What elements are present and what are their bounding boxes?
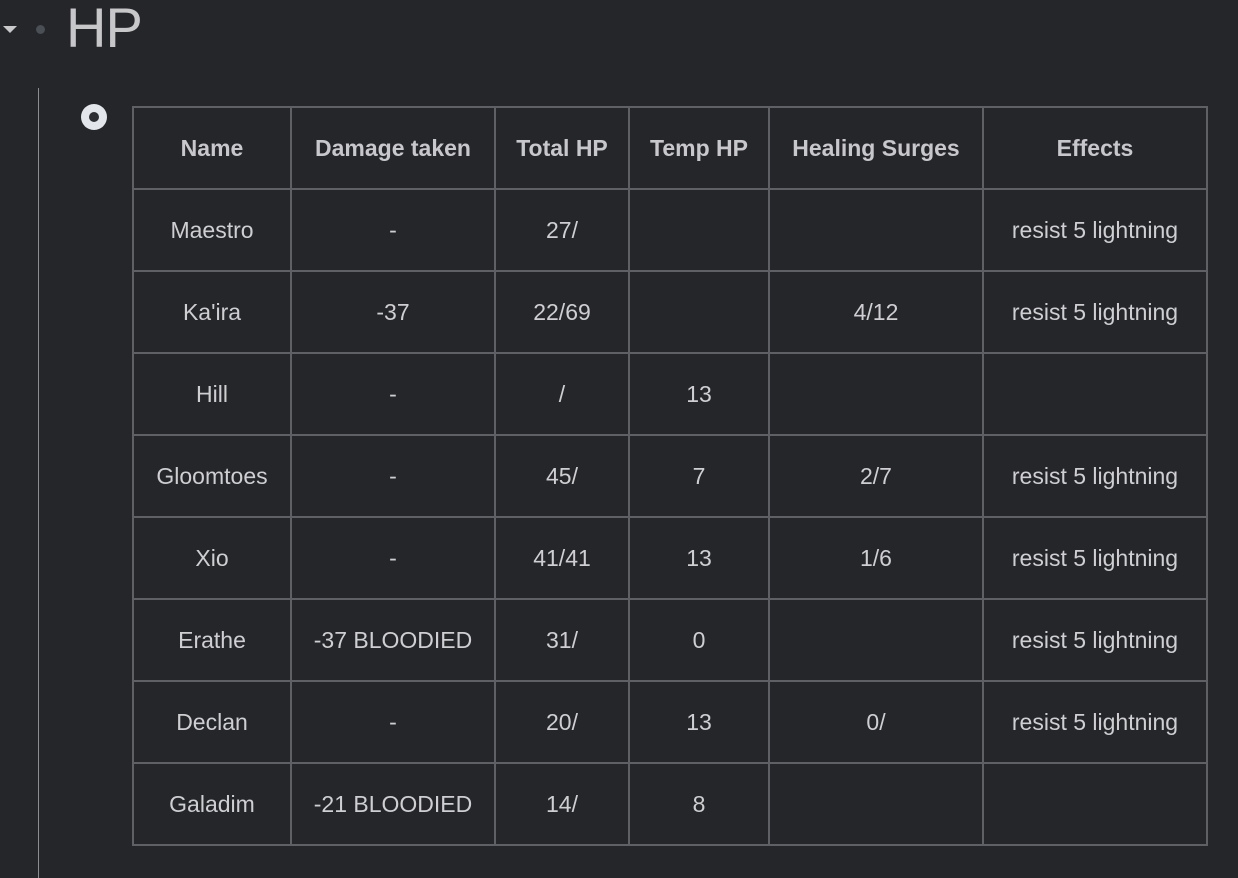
table-cell-healing-surges[interactable] (768, 762, 984, 846)
table-cell-name[interactable]: Declan (132, 680, 292, 764)
table-cell-total-hp[interactable]: 20/ (494, 680, 630, 764)
table-cell-name[interactable]: Ka'ira (132, 270, 292, 354)
table-row: Maestro - 27/ resist 5 lightning (132, 188, 1208, 272)
hp-table: Name Damage taken Total HP Temp HP Heali… (132, 106, 1208, 846)
table-cell-effects[interactable] (982, 352, 1208, 436)
table-cell-effects[interactable] (982, 762, 1208, 846)
table-row: Gloomtoes - 45/ 7 2/7 resist 5 lightning (132, 434, 1208, 518)
collapsed-bullet-icon[interactable] (81, 104, 107, 130)
table-cell-damage-taken[interactable]: -37 BLOODIED (290, 598, 496, 682)
table-cell-healing-surges[interactable] (768, 352, 984, 436)
table-cell-damage-taken[interactable]: - (290, 434, 496, 518)
table-cell-total-hp[interactable]: 22/69 (494, 270, 630, 354)
table-cell-total-hp[interactable]: 27/ (494, 188, 630, 272)
column-header-temp-hp[interactable]: Temp HP (628, 106, 770, 190)
table-cell-healing-surges[interactable] (768, 188, 984, 272)
table-cell-effects[interactable]: resist 5 lightning (982, 188, 1208, 272)
column-header-effects[interactable]: Effects (982, 106, 1208, 190)
table-row: Xio - 41/41 13 1/6 resist 5 lightning (132, 516, 1208, 600)
table-cell-effects[interactable]: resist 5 lightning (982, 270, 1208, 354)
table-row: Erathe -37 BLOODIED 31/ 0 resist 5 light… (132, 598, 1208, 682)
table-cell-temp-hp[interactable]: 13 (628, 680, 770, 764)
table-cell-temp-hp[interactable]: 8 (628, 762, 770, 846)
table-row: Galadim -21 BLOODIED 14/ 8 (132, 762, 1208, 846)
table-row: Ka'ira -37 22/69 4/12 resist 5 lightning (132, 270, 1208, 354)
table-cell-name[interactable]: Gloomtoes (132, 434, 292, 518)
table-cell-damage-taken[interactable]: -21 BLOODIED (290, 762, 496, 846)
table-cell-total-hp[interactable]: 31/ (494, 598, 630, 682)
table-cell-name[interactable]: Erathe (132, 598, 292, 682)
column-header-healing-surges[interactable]: Healing Surges (768, 106, 984, 190)
table-cell-name[interactable]: Maestro (132, 188, 292, 272)
table-cell-temp-hp[interactable]: 13 (628, 352, 770, 436)
table-cell-effects[interactable]: resist 5 lightning (982, 434, 1208, 518)
table-cell-healing-surges[interactable]: 2/7 (768, 434, 984, 518)
table-cell-total-hp[interactable]: 14/ (494, 762, 630, 846)
table-cell-effects[interactable]: resist 5 lightning (982, 516, 1208, 600)
table-cell-name[interactable]: Xio (132, 516, 292, 600)
table-cell-damage-taken[interactable]: - (290, 680, 496, 764)
table-cell-name[interactable]: Hill (132, 352, 292, 436)
bullet-dot (89, 112, 99, 122)
caret-down-icon[interactable] (3, 26, 17, 33)
column-header-name[interactable]: Name (132, 106, 292, 190)
bullet-icon[interactable] (36, 25, 45, 34)
page: HP Name Damage taken Total HP Temp HP He… (0, 0, 1238, 878)
table-cell-healing-surges[interactable]: 0/ (768, 680, 984, 764)
column-header-damage-taken[interactable]: Damage taken (290, 106, 496, 190)
table-cell-healing-surges[interactable]: 4/12 (768, 270, 984, 354)
table-cell-effects[interactable]: resist 5 lightning (982, 680, 1208, 764)
table-cell-total-hp[interactable]: 45/ (494, 434, 630, 518)
table-row: Declan - 20/ 13 0/ resist 5 lightning (132, 680, 1208, 764)
table-cell-temp-hp[interactable]: 0 (628, 598, 770, 682)
table-cell-healing-surges[interactable] (768, 598, 984, 682)
table-cell-damage-taken[interactable]: - (290, 188, 496, 272)
table-cell-damage-taken[interactable]: - (290, 516, 496, 600)
block-thread-line[interactable] (38, 88, 39, 878)
table-cell-temp-hp[interactable] (628, 188, 770, 272)
table-header-row: Name Damage taken Total HP Temp HP Heali… (132, 106, 1208, 190)
table-cell-damage-taken[interactable]: -37 (290, 270, 496, 354)
table-cell-temp-hp[interactable]: 7 (628, 434, 770, 518)
table-cell-damage-taken[interactable]: - (290, 352, 496, 436)
table-cell-healing-surges[interactable]: 1/6 (768, 516, 984, 600)
table-cell-name[interactable]: Galadim (132, 762, 292, 846)
table-cell-temp-hp[interactable]: 13 (628, 516, 770, 600)
table-cell-total-hp[interactable]: 41/41 (494, 516, 630, 600)
page-heading[interactable]: HP (66, 0, 143, 60)
table-row: Hill - / 13 (132, 352, 1208, 436)
table-cell-temp-hp[interactable] (628, 270, 770, 354)
table-cell-total-hp[interactable]: / (494, 352, 630, 436)
table-cell-effects[interactable]: resist 5 lightning (982, 598, 1208, 682)
column-header-total-hp[interactable]: Total HP (494, 106, 630, 190)
